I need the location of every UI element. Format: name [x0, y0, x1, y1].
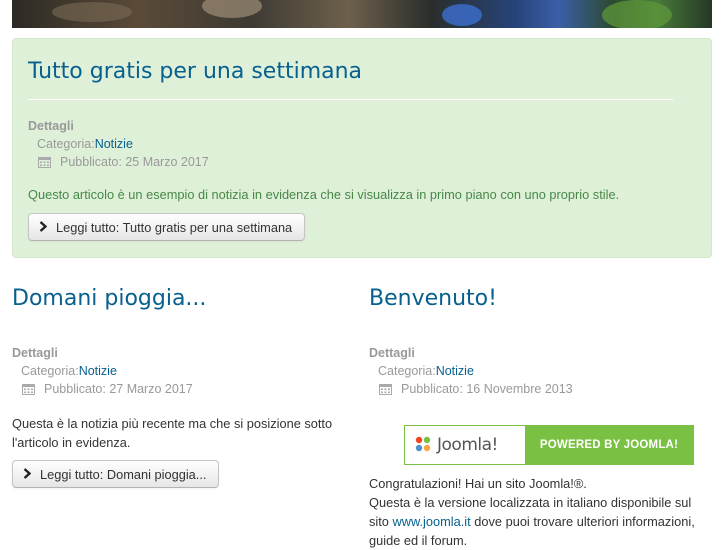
category-row: Categoria: Notizie [12, 362, 193, 380]
title-divider [12, 328, 355, 329]
hero-image-strip [12, 0, 712, 28]
intro-line: l'articolo in evidenza. [12, 435, 131, 450]
body-line: Questa è la versione localizzata in ital… [369, 495, 692, 510]
category-link[interactable]: Notizie [79, 362, 117, 380]
read-more-label: Leggi tutto: Domani pioggia... [40, 466, 207, 482]
article-benvenuto: Benvenuto! Dettagli Categoria: Notizie P… [369, 276, 712, 550]
published-row: Pubblicato: 27 Marzo 2017 [12, 380, 193, 398]
featured-intro-text: Questo articolo è un esempio di notizia … [28, 187, 620, 202]
joomla-logo: Joomla! [405, 426, 525, 464]
details-label: Dettagli [12, 346, 58, 360]
category-link[interactable]: Notizie [436, 362, 474, 380]
powered-by-label: POWERED BY JOOMLA! [525, 426, 693, 464]
body-line: guide ed il forum. [369, 533, 468, 548]
article-intro-text: Questa è la notizia più recente ma che s… [12, 414, 352, 452]
body-line: sito www.joomla.it dove puoi trovare ult… [369, 512, 709, 531]
joomla-it-link[interactable]: www.joomla.it [392, 514, 470, 529]
powered-by-joomla-banner[interactable]: Joomla! POWERED BY JOOMLA! [404, 425, 694, 465]
calendar-icon [38, 156, 51, 168]
published-date: Pubblicato: 27 Marzo 2017 [44, 382, 193, 396]
calendar-icon [22, 383, 35, 395]
read-more-button[interactable]: Leggi tutto: Tutto gratis per una settim… [28, 213, 306, 241]
category-row: Categoria: Notizie [369, 362, 573, 380]
category-prefix: Categoria: [21, 364, 79, 378]
published-date: Pubblicato: 16 Novembre 2013 [401, 382, 573, 396]
joomla-logo-text: Joomla! [437, 435, 498, 455]
article-details: Dettagli Categoria: Notizie Pubblicato: … [28, 117, 209, 171]
title-divider [369, 328, 712, 329]
category-prefix: Categoria: [37, 137, 95, 151]
calendar-icon [379, 383, 392, 395]
read-more-label: Leggi tutto: Tutto gratis per una settim… [56, 219, 293, 235]
title-divider [28, 99, 673, 100]
article-title[interactable]: Benvenuto! [369, 286, 497, 311]
featured-article-title[interactable]: Tutto gratis per una settimana [28, 59, 362, 84]
chevron-right-icon [39, 220, 48, 235]
joomla-logo-icon [413, 434, 433, 457]
article-body-text: Congratulazioni! Hai un sito Joomla!®. Q… [369, 474, 709, 550]
category-row: Categoria: Notizie [28, 135, 209, 153]
chevron-right-icon [23, 467, 32, 482]
published-row: Pubblicato: 16 Novembre 2013 [369, 380, 573, 398]
category-link[interactable]: Notizie [95, 135, 133, 153]
body-text-suffix: dove puoi trovare ulteriori informazioni… [470, 514, 695, 529]
details-label: Dettagli [28, 119, 74, 133]
category-prefix: Categoria: [378, 364, 436, 378]
details-label: Dettagli [369, 346, 415, 360]
read-more-button[interactable]: Leggi tutto: Domani pioggia... [12, 460, 220, 488]
intro-line: Questa è la notizia più recente ma che s… [12, 416, 333, 431]
article-details: Dettagli Categoria: Notizie Pubblicato: … [12, 344, 193, 398]
article-title[interactable]: Domani pioggia... [12, 286, 206, 311]
body-line: Congratulazioni! Hai un sito Joomla!®. [369, 476, 587, 491]
body-text-prefix: sito [369, 514, 393, 529]
published-row: Pubblicato: 25 Marzo 2017 [28, 153, 209, 171]
article-details: Dettagli Categoria: Notizie Pubblicato: … [369, 344, 573, 398]
published-date: Pubblicato: 25 Marzo 2017 [60, 155, 209, 169]
article-domani-pioggia: Domani pioggia... Dettagli Categoria: No… [12, 276, 355, 550]
featured-article: Tutto gratis per una settimana Dettagli … [12, 38, 712, 258]
